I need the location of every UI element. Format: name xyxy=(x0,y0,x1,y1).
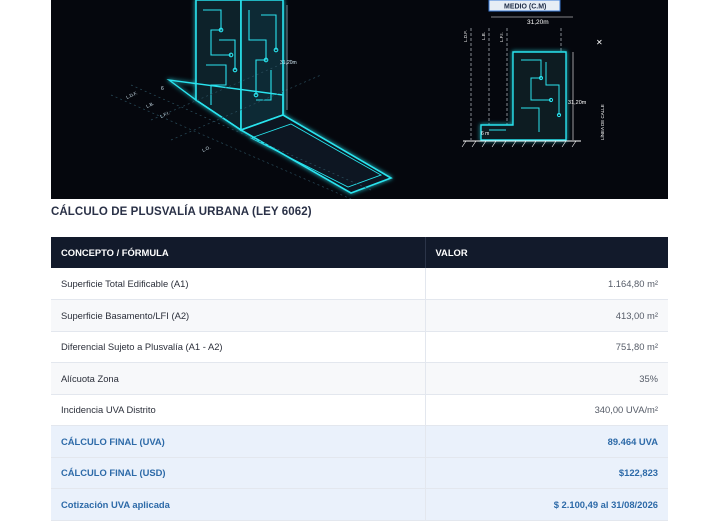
row-value: 35% xyxy=(424,362,668,395)
row-concept: CÁLCULO FINAL (UVA) xyxy=(51,425,425,458)
dim-top: 31,20m xyxy=(527,19,549,26)
table-row: Diferencial Sujeto a Plusvalía (A1 - A2)… xyxy=(51,331,668,363)
table-row: Superficie Basamento/LFI (A2) 413,00 m² xyxy=(51,299,668,332)
label-lb-left: L.B. xyxy=(145,101,154,109)
label-ldf-right: L.D.F. xyxy=(463,30,468,42)
street-line-label: LÍNEA DE CALLE xyxy=(599,104,605,140)
section-title: CÁLCULO DE PLUSVALÍA URBANA (LEY 6062) xyxy=(51,206,312,218)
dim-height-left: 31,20m xyxy=(280,60,297,66)
row-concept: Incidencia UVA Distrito xyxy=(51,394,425,426)
building-diagram-illustration: 31,20m 6 L.D.F. L.B. L.F.I. L.O. MEDIO (… xyxy=(51,0,668,199)
dim-six-left: 6 xyxy=(161,86,164,92)
table-row: CÁLCULO FINAL (USD) $122,823 xyxy=(51,457,668,489)
table-row: Incidencia UVA Distrito 340,00 UVA/m² xyxy=(51,394,668,426)
table-header-row: CONCEPTO / FÓRMULA VALOR xyxy=(51,237,668,268)
label-ldf-left: L.D.F. xyxy=(125,90,138,100)
row-value: $ 2.100,49 al 31/08/2026 xyxy=(424,488,668,521)
table-row: CÁLCULO FINAL (UVA) 89.464 UVA xyxy=(51,425,668,458)
row-value: 751,80 m² xyxy=(424,331,668,363)
label-lb-right: L.B. xyxy=(481,32,486,40)
row-value: 1.164,80 m² xyxy=(424,268,668,300)
plusvalia-table: CONCEPTO / FÓRMULA VALOR Superficie Tota… xyxy=(51,237,668,521)
row-concept: Superficie Basamento/LFI (A2) xyxy=(51,299,425,332)
table-row: Cotización UVA aplicada $ 2.100,49 al 31/… xyxy=(51,488,668,521)
label-lfi-left: L.F.I. xyxy=(159,110,170,119)
row-value: 89.464 UVA xyxy=(424,425,668,458)
table-row: Alícuota Zona 35% xyxy=(51,362,668,395)
row-concept: Diferencial Sujeto a Plusvalía (A1 - A2) xyxy=(51,331,425,363)
medio-label: MEDIO (C.M) xyxy=(504,4,546,11)
elevation-diagram: MEDIO (C.M) 31,20m L.D.F. L.B. L.F.I. ✕ xyxy=(461,0,605,148)
dim-six-right: 6 m xyxy=(481,131,489,137)
cross-marker-icon: ✕ xyxy=(596,38,603,47)
dim-height-right: 31,20m xyxy=(568,100,587,106)
label-lfi-right: L.F.I. xyxy=(499,32,504,42)
header-value: VALOR xyxy=(424,237,668,268)
row-value: 413,00 m² xyxy=(424,299,668,332)
isometric-building xyxy=(166,0,393,194)
table-body: Superficie Total Edificable (A1) 1.164,80… xyxy=(51,268,668,521)
label-lo-left: L.O. xyxy=(201,145,211,153)
row-concept: Cotización UVA aplicada xyxy=(51,488,425,521)
row-concept: Superficie Total Edificable (A1) xyxy=(51,268,425,300)
row-concept: CÁLCULO FINAL (USD) xyxy=(51,457,425,489)
diagram-svg: 31,20m 6 L.D.F. L.B. L.F.I. L.O. MEDIO (… xyxy=(110,0,605,199)
row-concept: Alícuota Zona xyxy=(51,362,425,395)
table-row: Superficie Total Edificable (A1) 1.164,80… xyxy=(51,268,668,300)
header-concept: CONCEPTO / FÓRMULA xyxy=(51,237,425,268)
row-value: 340,00 UVA/m² xyxy=(424,394,668,426)
row-value: $122,823 xyxy=(424,457,668,489)
